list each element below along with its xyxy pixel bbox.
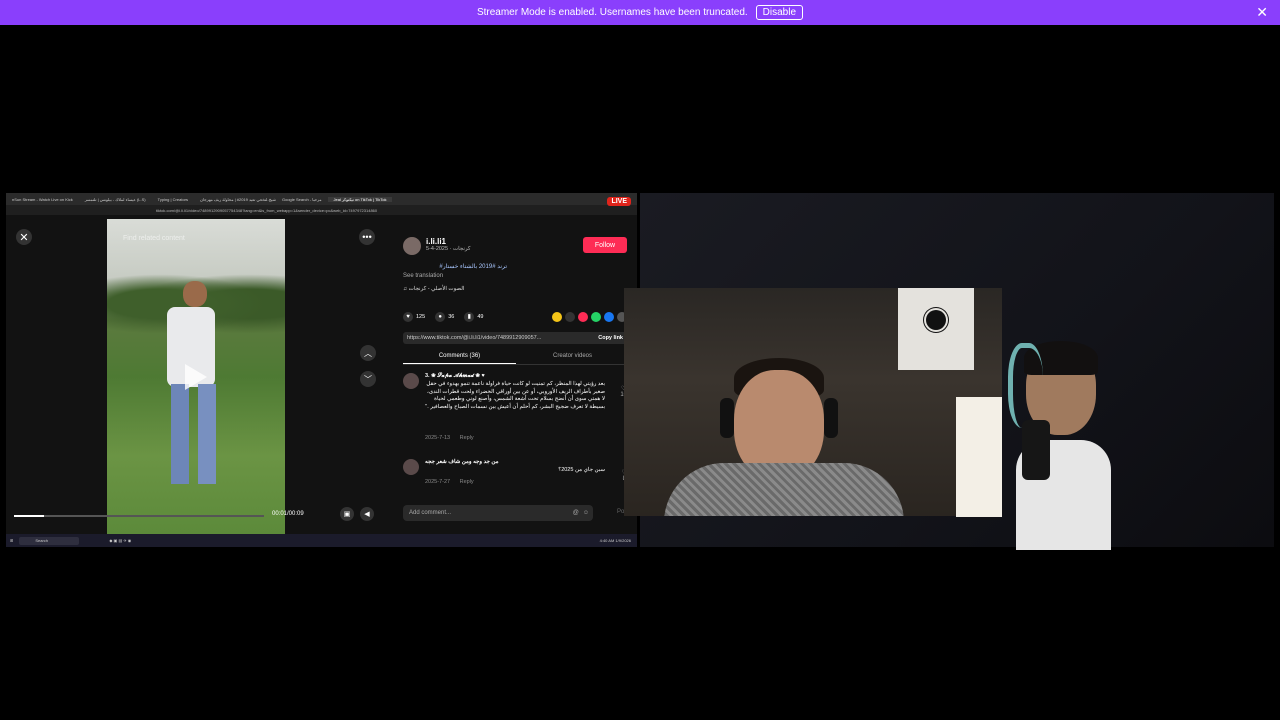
volume-icon[interactable]: ◀	[360, 507, 374, 521]
video-details-panel: i.li.li1 كرنجات · 2025-4-5 Follow #ترند …	[395, 215, 637, 528]
author-sub: كرنجات · 2025-4-5	[426, 246, 471, 252]
comment-icon: ●	[435, 312, 446, 322]
clock-time: 4:40 AM	[599, 538, 615, 543]
headphones	[1008, 343, 1043, 428]
target-dot	[926, 310, 946, 330]
like-stat[interactable]: ♥ 125	[403, 312, 425, 322]
headphone-right	[824, 398, 838, 438]
browser-tab[interactable]: شيخ-لتخحي تعيد 2019# | محاولة ريف مهرجان	[194, 197, 276, 202]
comment-count: 36	[448, 314, 455, 320]
browser-tab[interactable]: عيساء لملاك - بيلونس | تلتمسر (L.S)	[79, 197, 152, 202]
banner-message: Streamer Mode is enabled. Usernames have…	[476, 7, 748, 18]
description-text[interactable]: #ترند #2019 بالشتاء خستار	[439, 264, 507, 270]
video-link: https://www.tiktok.com/@i.li.li1/video/7…	[407, 335, 542, 341]
follow-button[interactable]: Follow	[583, 237, 627, 253]
video-progress-fill	[14, 515, 44, 517]
target-poster	[898, 288, 974, 370]
microphone	[1022, 420, 1050, 480]
windows-taskbar: ⊞ Search ◆ ▣ ▤ ✈ ◉ 4:40 AM 1/9/2026	[6, 534, 637, 547]
comment-date: 2025-7-27	[425, 479, 451, 485]
comment-author[interactable]: 3. ❀ 𝓢𝓪𝓹𝓪 𝓐𝓱𝓶𝓪𝓭 ❀ ♥	[425, 373, 485, 380]
tab-creator-videos[interactable]: Creator videos	[516, 353, 629, 364]
taskbar-clock[interactable]: 4:40 AM 1/9/2026	[600, 538, 631, 543]
address-bar[interactable]: tiktok.com/@i.li.li1/video/7489912909057…	[6, 205, 637, 215]
close-video-button[interactable]: ✕	[16, 229, 32, 245]
comment-meta: 2025-7-27 Reply	[425, 479, 482, 485]
comment-tabs: Comments (36) Creator videos	[403, 353, 629, 365]
comment-author[interactable]: من جد وجه ومن شاف شعر ججه	[425, 459, 499, 465]
webcam-main	[624, 288, 1002, 516]
comment-date: 2025-7-13	[425, 435, 451, 441]
close-icon[interactable]: ✕	[1256, 4, 1268, 21]
embed-icon[interactable]	[565, 312, 575, 322]
url-text: tiktok.com/@i.li.li1/video/7489912909057…	[156, 207, 378, 213]
video-time: 00:01/00:09	[272, 511, 304, 517]
author-info[interactable]: i.li.li1 كرنجات · 2025-4-5	[403, 237, 471, 255]
streamer-mode-banner: Streamer Mode is enabled. Usernames have…	[0, 0, 1280, 25]
bookmark-icon: ▮	[464, 312, 475, 322]
browser-tab[interactable]: Typing | Creators	[152, 197, 194, 202]
add-comment-input[interactable]: Add comment... @ ☺	[403, 505, 593, 521]
disable-button[interactable]: Disable	[755, 5, 804, 20]
emoji-icon[interactable]: ☺	[583, 510, 589, 516]
avatar[interactable]	[403, 237, 421, 255]
add-comment-placeholder: Add comment...	[409, 510, 452, 516]
video-description: #ترند #2019 بالشتاء خستار	[439, 263, 507, 270]
reply-button[interactable]: Reply	[460, 479, 474, 485]
comment-text: سبن جاي من 2025؟	[558, 467, 605, 473]
engagement-stats: ♥ 125 ● 36 ▮ 49	[403, 312, 483, 322]
like-count: 125	[416, 314, 426, 320]
greeting-card	[956, 397, 1002, 517]
avatar[interactable]	[403, 373, 419, 389]
browser-tab[interactable]: Google Search - مرحبا	[276, 197, 328, 202]
browser-tab[interactable]: nSun Stream - Watch Live on Kick	[6, 197, 79, 202]
facebook-icon[interactable]	[604, 312, 614, 322]
previous-video-button[interactable]: ︿	[360, 345, 376, 361]
tab-comments[interactable]: Comments (36)	[403, 353, 516, 364]
streamer-hoodie	[664, 463, 904, 516]
screen-capture: nSun Stream - Watch Live on Kick عيساء ل…	[6, 193, 637, 547]
comment-meta: 2025-7-13 Reply	[425, 435, 482, 441]
emoji-share-icon[interactable]	[552, 312, 562, 322]
send-icon[interactable]	[578, 312, 588, 322]
reply-button[interactable]: Reply	[460, 435, 474, 441]
author-name[interactable]: i.li.li1	[426, 237, 471, 246]
sound-link[interactable]: ♫ الصوت الأصلي - كرنجات	[403, 286, 464, 292]
video-progress-bar[interactable]	[14, 515, 264, 517]
avatar[interactable]	[403, 459, 419, 475]
mention-icon[interactable]: @	[573, 510, 579, 516]
headphone-left	[720, 398, 734, 438]
browser-tab-active[interactable]: Jeal تيكتوكر on TikTok | TikTok	[327, 196, 393, 202]
heart-icon: ♥	[403, 312, 413, 322]
taskbar-search[interactable]: Search	[19, 536, 80, 545]
app-icon[interactable]: ◆ ▣ ▤ ✈ ◉	[109, 538, 131, 543]
whatsapp-icon[interactable]	[591, 312, 601, 322]
clock-date: 1/9/2026	[615, 538, 631, 543]
video-frame[interactable]: Find related content	[107, 219, 285, 535]
save-stat[interactable]: ▮ 49	[464, 312, 483, 322]
comment-text: بعد رؤيتي لهذا المنظر، كم تمنيت لو كانت …	[425, 381, 605, 410]
comment-item: 3. ❀ 𝓢𝓪𝓹𝓪 𝓐𝓱𝓶𝓪𝓭 ❀ ♥ بعد رؤيتي لهذا المنظ…	[403, 373, 629, 441]
person-legs	[165, 384, 225, 484]
more-options-button[interactable]: •••	[359, 229, 375, 245]
person-head	[183, 281, 207, 307]
share-buttons	[552, 312, 627, 322]
windows-start-icon[interactable]: ⊞	[10, 538, 13, 543]
pip-icon[interactable]: ▣	[340, 507, 354, 521]
find-related-content[interactable]: Find related content	[123, 235, 185, 242]
comment-item: من جد وجه ومن شاف شعر ججه سبن جاي من 202…	[403, 459, 629, 499]
next-video-button[interactable]: ﹀	[360, 371, 376, 387]
browser-tab-bar: nSun Stream - Watch Live on Kick عيساء ل…	[6, 193, 637, 205]
video-player: ✕ Find related content ••• ︿ ﹀ 00:01/00:…	[6, 215, 395, 535]
comment-stat[interactable]: ● 36	[435, 312, 454, 322]
live-badge: LIVE	[607, 197, 631, 206]
play-icon[interactable]	[185, 364, 207, 390]
video-link-box: https://www.tiktok.com/@i.li.li1/video/7…	[403, 332, 629, 344]
save-count: 49	[477, 314, 484, 320]
see-translation-link[interactable]: See translation	[403, 273, 443, 279]
